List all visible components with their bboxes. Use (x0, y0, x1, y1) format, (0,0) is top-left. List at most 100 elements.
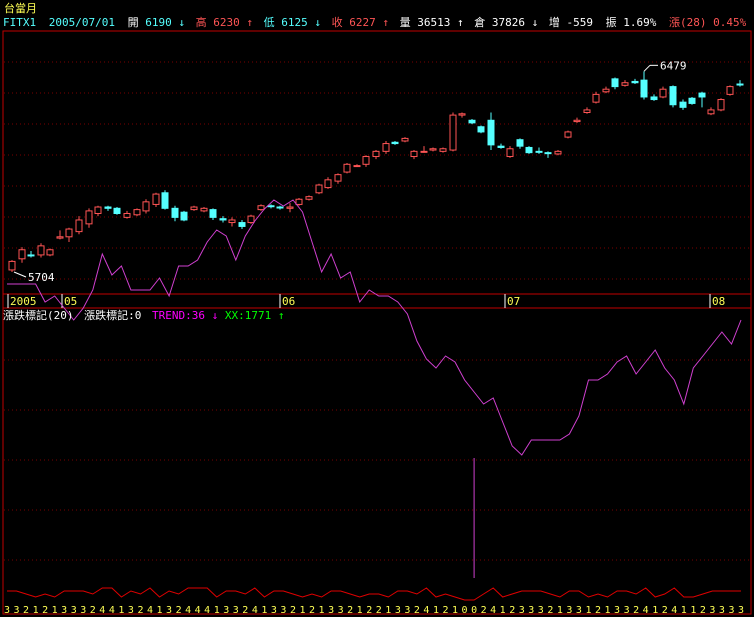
candle-body (525, 146, 533, 154)
candle-body (401, 137, 409, 142)
rise-label: 漲(28) (669, 16, 707, 29)
mark-label: 3 (328, 605, 334, 616)
mark-label: 2 (633, 605, 639, 616)
mark-label: 2 (137, 605, 143, 616)
mark-label: 3 (576, 605, 582, 616)
mark-label: 4 (204, 605, 210, 616)
low-annotation: 5704 (28, 271, 55, 284)
mark-label: 3 (128, 605, 134, 616)
oi-label: 倉 (474, 15, 485, 29)
mark-label: 3 (71, 605, 77, 616)
candle-body (142, 201, 150, 212)
rise-value: 0.45% (713, 16, 746, 29)
open-label: 開 (128, 16, 139, 29)
high-arrow: ↑ (246, 16, 253, 29)
mark-label: 0 (462, 605, 468, 616)
mark-label: 3 (709, 605, 715, 616)
mark-label: 4 (643, 605, 649, 616)
close-value: 6227 (349, 16, 376, 29)
mark-label: 2 (595, 605, 601, 616)
candle-body (171, 207, 179, 218)
indicator-header: 漲跌標記(20) 漲跌標記:0 TREND:36 ↓ XX:1771 ↑ (3, 308, 284, 322)
candle-body (190, 206, 198, 211)
mark-label: 1 (52, 605, 58, 616)
mark-label: 1 (681, 605, 687, 616)
mark-label: 1 (118, 605, 124, 616)
candle-body (592, 93, 600, 103)
candle-body (18, 249, 26, 260)
candle-body (621, 82, 629, 86)
candle-body (506, 148, 514, 158)
change-value: -559 (566, 16, 593, 29)
candle-body (583, 109, 591, 114)
mark-label: 3 (4, 605, 10, 616)
mark-label: 1 (690, 605, 696, 616)
candle-body (343, 163, 351, 173)
candle-body (736, 83, 744, 86)
mark-label: 1 (652, 605, 658, 616)
candle-body (439, 148, 447, 152)
mark-label: 4 (671, 605, 677, 616)
mark-label: 4 (109, 605, 115, 616)
mark-label: 1 (557, 605, 563, 616)
mark-label: 2 (366, 605, 372, 616)
x-tick-label: 06 (282, 295, 295, 308)
mark-label: 2 (42, 605, 48, 616)
mark-label: 3 (223, 605, 229, 616)
mark-label: 3 (395, 605, 401, 616)
mark-label: 2 (442, 605, 448, 616)
mark-label: 4 (423, 605, 429, 616)
mark-label: 1 (157, 605, 163, 616)
candle-body (698, 92, 706, 98)
candle-body (152, 193, 160, 205)
candle-body (726, 86, 734, 95)
candle-body (611, 78, 619, 88)
candle-body (85, 210, 93, 225)
candle-body (535, 150, 543, 153)
candle-body (94, 206, 102, 214)
mark-label: 2 (347, 605, 353, 616)
candle-body (487, 119, 495, 146)
mark-label: 3 (166, 605, 172, 616)
mark-label: 1 (319, 605, 325, 616)
mark-label: 3 (233, 605, 239, 616)
candle-body (27, 254, 35, 257)
volume-label: 量 (400, 16, 411, 29)
candle-body (315, 184, 323, 194)
candle-body (219, 218, 227, 221)
mark-label: 3 (538, 605, 544, 616)
trend-arrow: ↓ (212, 309, 219, 322)
candle-body (305, 196, 313, 200)
candle-body (161, 192, 169, 209)
mark-label: 3 (728, 605, 734, 616)
mark-label: 2 (290, 605, 296, 616)
candle-body (707, 109, 715, 115)
mark-label: 2 (547, 605, 553, 616)
candle-body (295, 198, 303, 205)
mark-label: 3 (338, 605, 344, 616)
mark-label: 3 (719, 605, 725, 616)
mark-label: 1 (500, 605, 506, 616)
high-annotation: 6479 (660, 59, 687, 72)
amp-label: 振 (606, 15, 617, 29)
mark-label: 3 (271, 605, 277, 616)
candle-body (267, 205, 275, 208)
mark-label: 4 (185, 605, 191, 616)
close-arrow: ↑ (382, 16, 389, 29)
mark-label: 4 (99, 605, 105, 616)
mark-label: 4 (147, 605, 153, 616)
mark-label: 2 (662, 605, 668, 616)
mark-label: 1 (605, 605, 611, 616)
mark-label: 3 (280, 605, 286, 616)
oi-value: 37826 (492, 16, 525, 29)
oi-arrow: ↓ (532, 16, 539, 29)
mark-label: 1 (433, 605, 439, 616)
candle-body (640, 79, 648, 98)
candle-body (554, 150, 562, 155)
candle-body (8, 260, 16, 271)
mark-label: 1 (261, 605, 267, 616)
mark-label: 3 (566, 605, 572, 616)
candle-body (429, 148, 437, 151)
candle-body (247, 215, 255, 224)
candle-body (631, 80, 639, 84)
